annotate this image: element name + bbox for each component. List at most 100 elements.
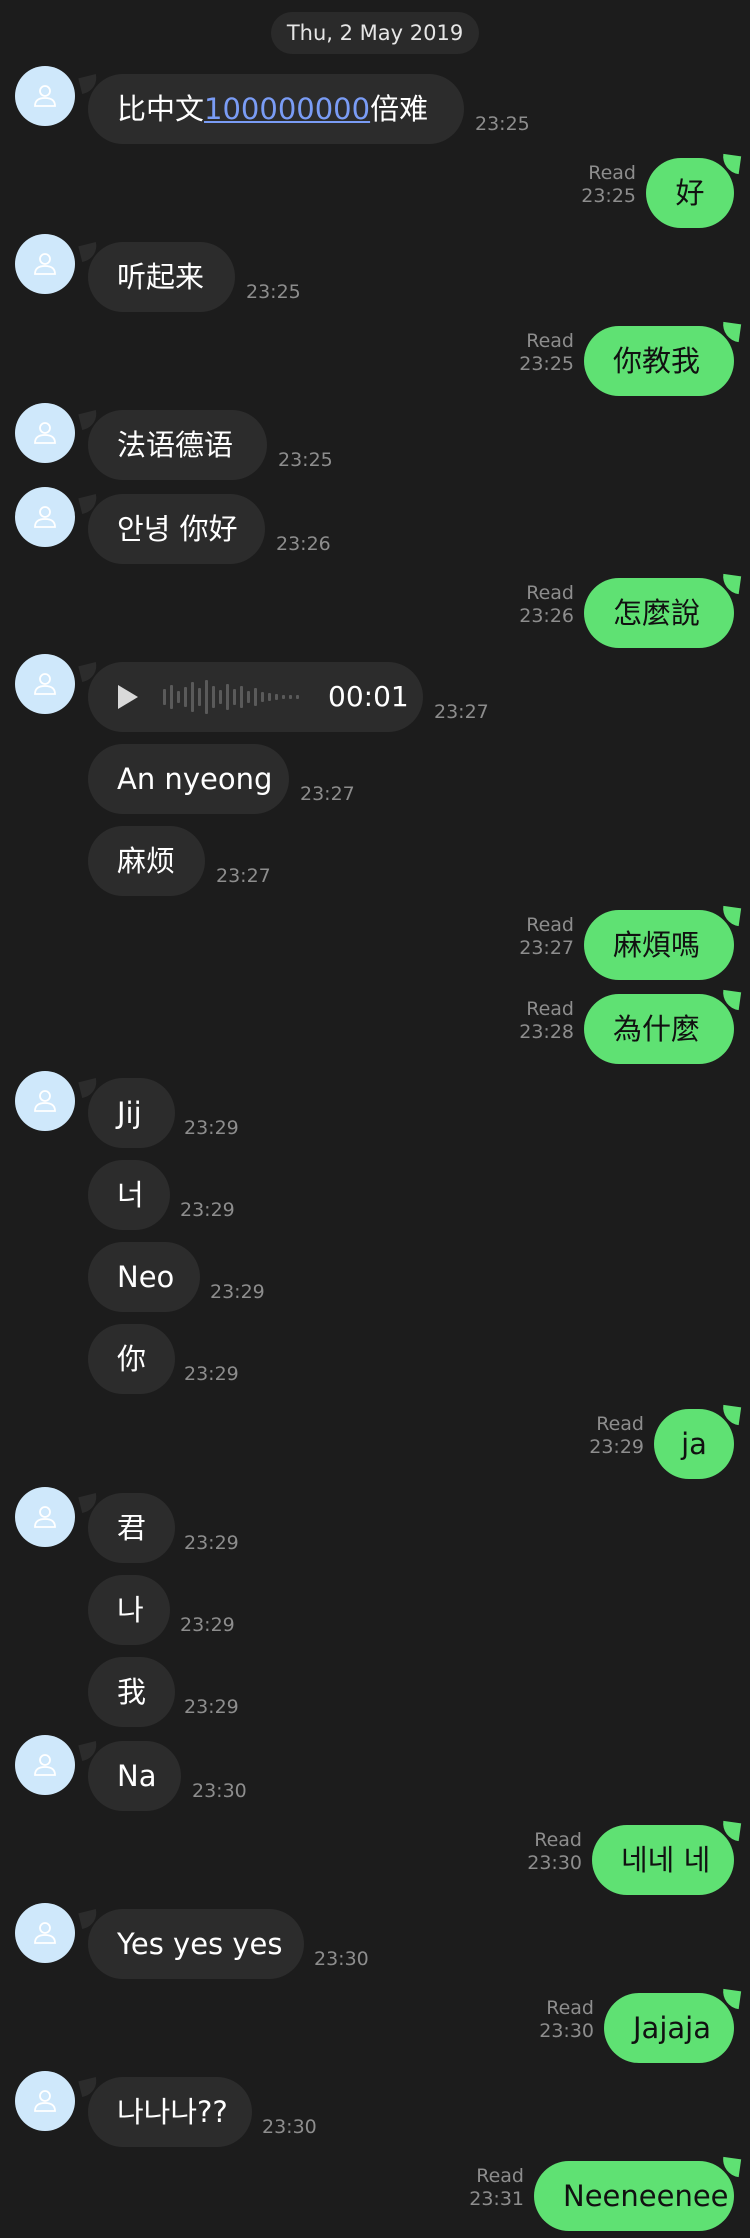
message-bubble[interactable]: Yes yes yes <box>88 1909 304 1979</box>
chat-view[interactable]: Thu, 2 May 2019 比中文100000000倍难 23:25 Rea… <box>0 0 750 2238</box>
message-bubble[interactable]: 為什麼 <box>584 994 734 1064</box>
message-row-outgoing: Read 23:30 Jajaja <box>0 1993 750 2063</box>
message-bubble[interactable]: 比中文100000000倍难 <box>88 74 464 144</box>
message-time: 23:25 <box>475 113 530 135</box>
message-time: 23:29 <box>589 1436 644 1458</box>
message-text: ja <box>681 1427 707 1461</box>
message-row-outgoing: Read 23:30 네네 네 <box>0 1825 750 1895</box>
message-time: 23:25 <box>278 449 333 471</box>
message-time: 23:25 <box>581 185 636 207</box>
message-time: 23:27 <box>519 937 574 959</box>
message-row-incoming: 나나나?? 23:30 <box>0 2077 750 2147</box>
message-text: 比中文 <box>117 92 205 126</box>
message-row-outgoing: Read 23:25 好 <box>0 158 750 228</box>
message-text: Neo <box>117 1260 175 1294</box>
message-row-incoming: 听起来 23:25 <box>0 242 750 312</box>
message-time: 23:26 <box>519 605 574 627</box>
message-row-outgoing: Read 23:29 ja <box>0 1409 750 1479</box>
message-row-incoming: 안녕 你好 23:26 <box>0 494 750 564</box>
message-bubble[interactable]: 怎麼說 <box>584 578 734 648</box>
message-time: 23:29 <box>184 1117 239 1139</box>
message-bubble[interactable]: 나 <box>88 1575 170 1645</box>
message-bubble[interactable]: 麻煩嗎 <box>584 910 734 980</box>
message-time: 23:29 <box>184 1363 239 1385</box>
message-text: Jij <box>117 1096 142 1130</box>
message-bubble[interactable]: Neo <box>88 1242 200 1312</box>
message-row-incoming: 麻烦 23:27 <box>0 826 750 896</box>
message-bubble[interactable]: 听起来 <box>88 242 235 312</box>
read-receipt: Read <box>476 2165 524 2187</box>
message-row-incoming: 00:01 23:27 <box>0 662 750 732</box>
message-text: An nyeong <box>117 762 273 796</box>
message-row-incoming: Yes yes yes 23:30 <box>0 1909 750 1979</box>
message-row-outgoing: Read 23:25 你教我 <box>0 326 750 396</box>
message-time: 23:29 <box>210 1281 265 1303</box>
message-text: 麻烦 <box>117 844 176 878</box>
message-row-outgoing: Read 23:26 怎麼說 <box>0 578 750 648</box>
message-status: Read 23:26 <box>519 582 574 628</box>
message-status: Read 23:27 <box>519 914 574 960</box>
message-text: Yes yes yes <box>117 1927 283 1961</box>
voice-message[interactable]: 00:01 <box>88 662 423 732</box>
message-time: 23:29 <box>184 1696 239 1718</box>
play-icon[interactable] <box>118 685 138 709</box>
message-bubble[interactable]: 你 <box>88 1324 175 1394</box>
message-bubble[interactable]: 나나나?? <box>88 2077 252 2147</box>
message-text: 你 <box>117 1342 147 1376</box>
message-text: 안녕 你好 <box>117 512 238 546</box>
message-bubble[interactable]: Neeneenee <box>534 2161 734 2231</box>
message-text: 나 <box>117 1593 144 1627</box>
message-bubble[interactable]: 君 <box>88 1493 175 1563</box>
message-row-incoming: 나 23:29 <box>0 1575 750 1645</box>
message-time: 23:30 <box>314 1948 369 1970</box>
message-time: 23:31 <box>469 2188 524 2210</box>
message-bubble[interactable]: 你教我 <box>584 326 734 396</box>
message-time: 23:27 <box>434 701 489 723</box>
read-receipt: Read <box>526 914 574 936</box>
message-time: 23:27 <box>300 783 355 805</box>
message-text: 法语德语 <box>117 428 234 462</box>
message-bubble[interactable]: 너 <box>88 1160 170 1230</box>
voice-duration: 00:01 <box>328 680 409 713</box>
message-text: Na <box>117 1759 157 1793</box>
message-link[interactable]: 100000000 <box>204 92 370 126</box>
message-bubble[interactable]: An nyeong <box>88 744 289 814</box>
message-bubble[interactable]: Jij <box>88 1078 175 1148</box>
read-receipt: Read <box>546 1997 594 2019</box>
read-receipt: Read <box>526 998 574 1020</box>
message-row-incoming: 君 23:29 <box>0 1493 750 1563</box>
message-status: Read 23:30 <box>539 1997 594 2043</box>
message-status: Read 23:28 <box>519 998 574 1044</box>
message-bubble[interactable]: 好 <box>646 158 734 228</box>
message-text: 怎麼說 <box>613 596 701 630</box>
message-text: 我 <box>117 1675 147 1709</box>
read-receipt: Read <box>596 1413 644 1435</box>
message-text: 听起来 <box>117 260 205 294</box>
message-row-incoming: Na 23:30 <box>0 1741 750 1811</box>
message-row-outgoing: Read 23:31 Neeneenee <box>0 2161 750 2231</box>
message-bubble[interactable]: 안녕 你好 <box>88 494 265 564</box>
message-bubble[interactable]: Jajaja <box>604 1993 734 2063</box>
message-text: Jajaja <box>633 2011 711 2045</box>
message-time: 23:29 <box>180 1199 235 1221</box>
message-text: 倍难 <box>370 92 429 126</box>
message-text: 너 <box>117 1178 144 1212</box>
message-row-incoming: Jij 23:29 <box>0 1078 750 1148</box>
message-row-outgoing: Read 23:28 為什麼 <box>0 994 750 1064</box>
message-bubble[interactable]: Na <box>88 1741 181 1811</box>
read-receipt: Read <box>588 162 636 184</box>
message-text: 네네 네 <box>621 1843 711 1877</box>
message-time: 23:27 <box>216 865 271 887</box>
message-bubble[interactable]: 네네 네 <box>592 1825 734 1895</box>
date-separator: Thu, 2 May 2019 <box>271 12 479 54</box>
message-bubble[interactable]: 法语德语 <box>88 410 267 480</box>
message-bubble[interactable]: 我 <box>88 1657 175 1727</box>
message-bubble[interactable]: 麻烦 <box>88 826 205 896</box>
read-receipt: Read <box>534 1829 582 1851</box>
message-status: Read 23:31 <box>469 2165 524 2211</box>
message-time: 23:30 <box>527 1852 582 1874</box>
message-bubble[interactable]: ja <box>654 1409 734 1479</box>
message-row-incoming: Neo 23:29 <box>0 1242 750 1312</box>
message-row-incoming: 比中文100000000倍难 23:25 <box>0 74 750 144</box>
message-time: 23:30 <box>262 2116 317 2138</box>
